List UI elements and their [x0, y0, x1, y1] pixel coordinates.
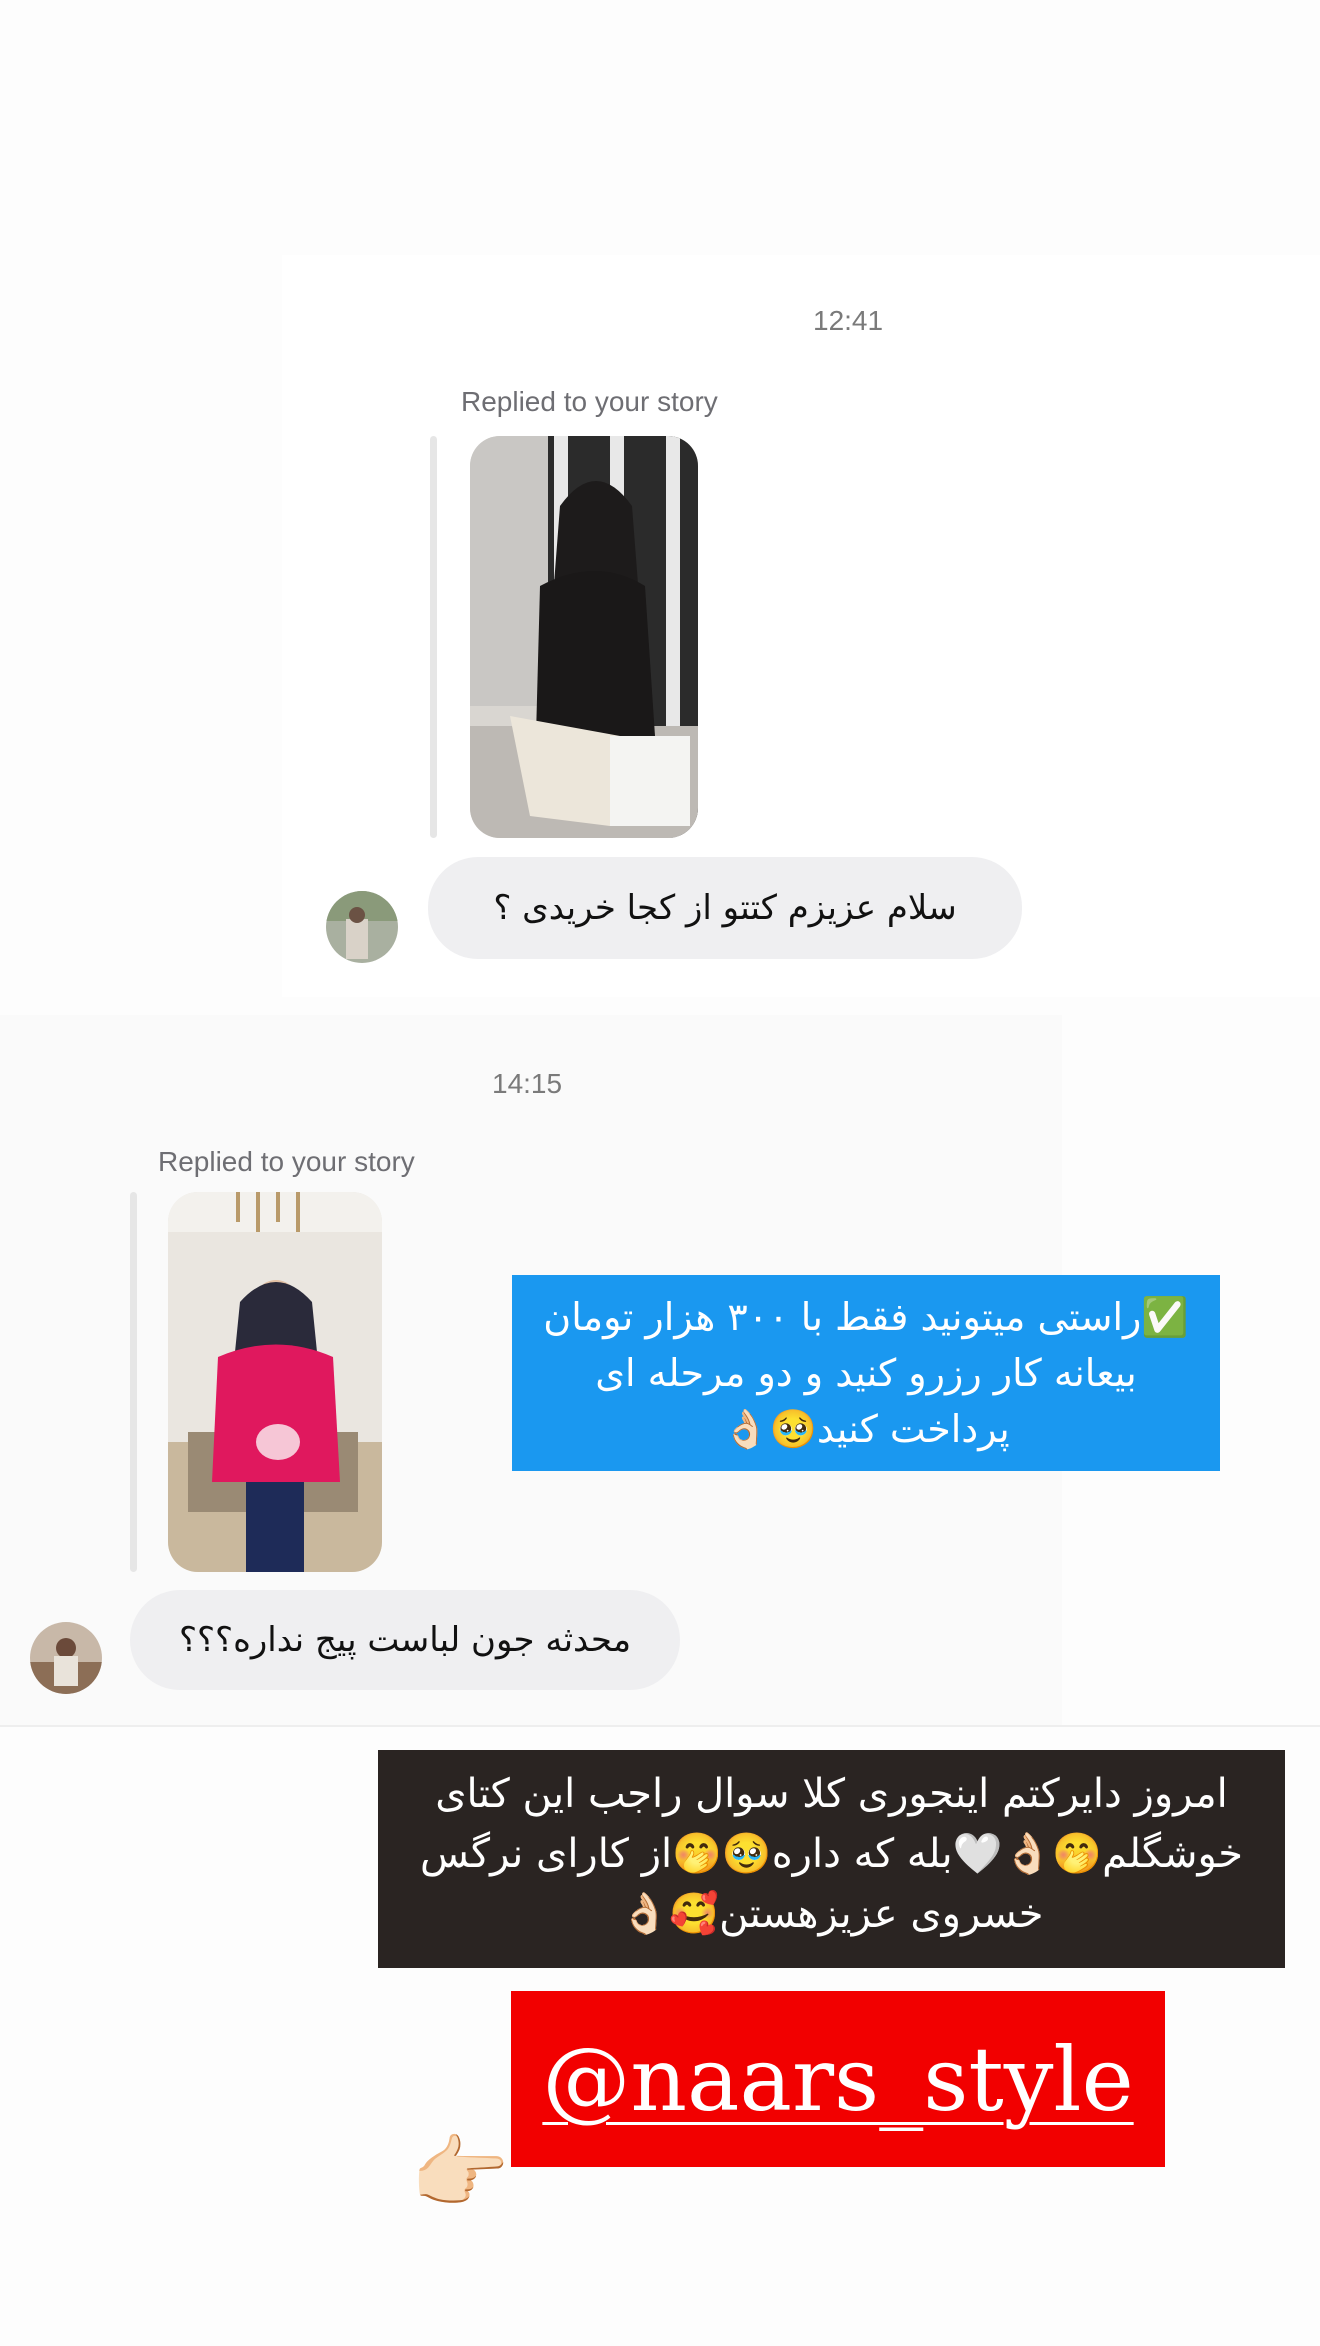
timestamp: 12:41 — [813, 305, 884, 336]
message-bubble: محدثه جون لباست پیج نداره؟؟؟ — [130, 1590, 680, 1690]
reply-quote-bar — [430, 436, 437, 838]
reply-quote-bar — [130, 1192, 137, 1572]
replied-to-story-label: Replied to your story — [461, 386, 718, 417]
divider — [0, 1725, 1320, 1727]
reservation-info-sticker: ✅راستی میتونید فقط با ۳۰۰ هزار تومان بیع… — [512, 1275, 1220, 1471]
replied-to-story-label: Replied to your story — [158, 1146, 415, 1177]
message-bubble: سلام عزیزم کتتو از کجا خریدی ؟ — [428, 857, 1022, 959]
avatar[interactable] — [326, 891, 398, 963]
mention-link[interactable]: @naars_style — [542, 2028, 1133, 2131]
story-thumbnail[interactable] — [168, 1192, 382, 1572]
avatar[interactable] — [30, 1622, 102, 1694]
mention-sticker[interactable]: @naars_style — [511, 1991, 1165, 2167]
pointing-hand-icon: 👉🏻 — [410, 2126, 510, 2219]
story-thumbnail[interactable] — [470, 436, 698, 838]
timestamp: 14:15 — [492, 1068, 563, 1099]
caption-sticker: امروز دایرکتم اینجوری کلا سوال راجب این … — [378, 1750, 1285, 1968]
